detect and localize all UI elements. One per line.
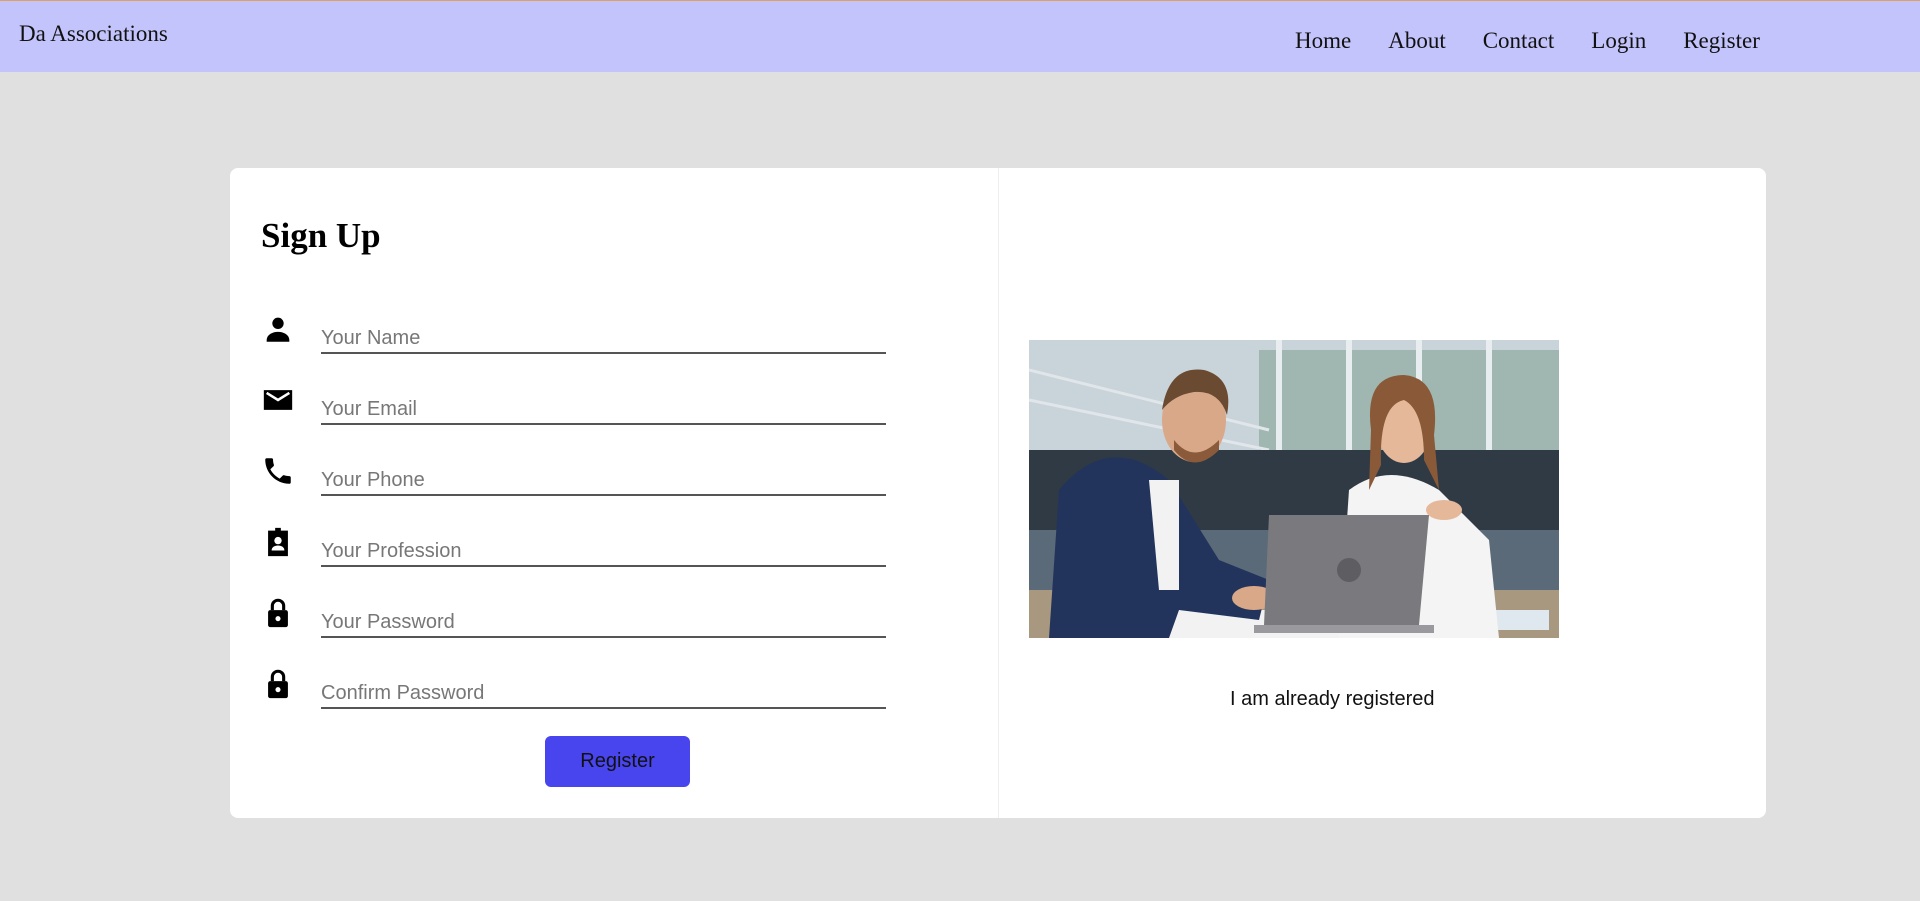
phone-icon bbox=[261, 454, 295, 488]
signup-photo bbox=[1029, 340, 1559, 638]
confirm-password-field bbox=[261, 667, 886, 717]
phone-field bbox=[261, 454, 886, 504]
navbar: Da Associations Home About Contact Login… bbox=[0, 0, 1920, 72]
card-divider bbox=[998, 168, 999, 818]
nav-about-link[interactable]: About bbox=[1388, 28, 1446, 54]
mail-icon bbox=[261, 383, 295, 417]
lock-icon bbox=[261, 596, 295, 630]
already-registered-link[interactable]: I am already registered bbox=[1230, 688, 1435, 711]
password-field bbox=[261, 596, 886, 646]
phone-input[interactable] bbox=[321, 466, 886, 496]
nav-links: Home About Contact Login Register bbox=[1295, 28, 1797, 54]
email-input[interactable] bbox=[321, 395, 886, 425]
lock-icon bbox=[261, 667, 295, 701]
person-icon bbox=[261, 312, 295, 346]
brand-logo[interactable]: Da Associations bbox=[19, 21, 168, 47]
name-input[interactable] bbox=[321, 324, 886, 354]
badge-icon bbox=[261, 525, 295, 559]
signup-card: Sign Up Register bbox=[230, 168, 1766, 818]
office-photo-illustration bbox=[1029, 340, 1559, 638]
profession-field bbox=[261, 525, 886, 575]
nav-login-link[interactable]: Login bbox=[1591, 28, 1646, 54]
confirm-password-input[interactable] bbox=[321, 679, 886, 709]
nav-home-link[interactable]: Home bbox=[1295, 28, 1351, 54]
nav-contact-link[interactable]: Contact bbox=[1483, 28, 1555, 54]
nav-register-link[interactable]: Register bbox=[1683, 28, 1760, 54]
form-title: Sign Up bbox=[261, 216, 381, 255]
name-field bbox=[261, 312, 886, 362]
register-button[interactable]: Register bbox=[545, 736, 690, 787]
password-input[interactable] bbox=[321, 608, 886, 638]
email-field bbox=[261, 383, 886, 433]
profession-input[interactable] bbox=[321, 537, 886, 567]
